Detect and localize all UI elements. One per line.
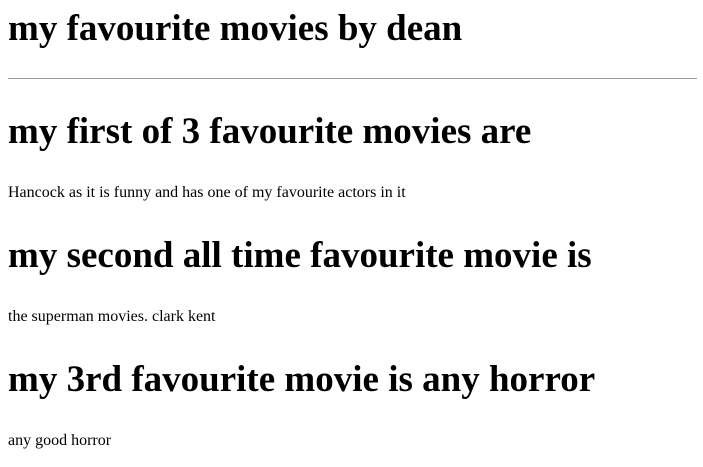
horizontal-divider [8, 78, 697, 79]
first-movie-text: Hancock as it is funny and has one of my… [8, 184, 406, 201]
third-movie-heading: my 3rd favourite movie is any horror [8, 359, 596, 400]
second-movie-heading: my second all time favourite movie is [8, 235, 592, 276]
first-movie-heading: my first of 3 favourite movies are [8, 111, 532, 152]
page-title: my favourite movies by dean [8, 8, 463, 49]
third-movie-text: any good horror [8, 432, 112, 449]
second-movie-text: the superman movies. clark kent [8, 308, 216, 325]
